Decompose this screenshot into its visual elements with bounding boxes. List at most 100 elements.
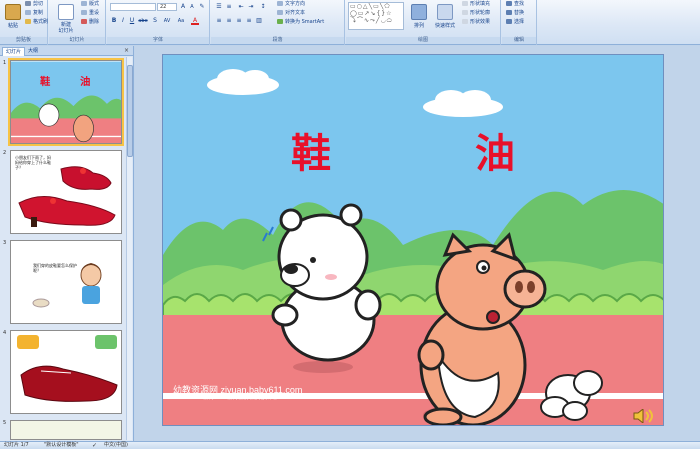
font-group-label: 字体 — [107, 37, 209, 44]
new-slide-button[interactable]: 新建 幻灯片 — [54, 2, 78, 34]
replace-button[interactable]: 替换 — [506, 10, 524, 17]
italic-button[interactable]: I — [119, 17, 127, 25]
find-button[interactable]: 查找 — [506, 1, 524, 8]
align-left-button[interactable]: ≡ — [215, 17, 223, 25]
clear-format-button[interactable]: ✎ — [198, 3, 206, 11]
slide-editor: 鞋 油 幼教资源网 ziyuan.baby611.com PPT课件 | FLA… — [135, 46, 700, 441]
drawing-group-label: 绘图 — [346, 37, 500, 44]
numbering-button[interactable]: ≡ — [225, 3, 233, 11]
slide-number: 2 — [3, 150, 7, 156]
font-name-combo[interactable] — [110, 3, 156, 11]
spellcheck-icon[interactable]: ✓ — [92, 442, 97, 449]
new-slide-icon — [58, 4, 74, 20]
slide-thumbnail-1[interactable]: 鞋 油 — [8, 58, 124, 146]
speaker-icon[interactable] — [633, 407, 655, 425]
theme-status: "默认设计模板" — [44, 442, 79, 448]
pen-icon — [462, 10, 468, 15]
replace-icon — [506, 10, 512, 15]
format-painter-button[interactable]: 格式刷 — [25, 19, 48, 26]
reset-icon — [81, 10, 87, 15]
underline-button[interactable]: U — [128, 17, 136, 25]
close-panel-icon[interactable]: × — [124, 47, 129, 54]
align-center-button[interactable]: ≡ — [225, 17, 233, 25]
delete-slide-button[interactable]: 删除 — [81, 19, 99, 26]
red-shoes-image — [18, 166, 116, 227]
increase-indent-button[interactable]: ⇥ — [247, 3, 255, 11]
thumbnail-1-art: 鞋 油 — [11, 61, 121, 143]
change-case-button[interactable]: Aa — [175, 17, 187, 25]
slide-thumbnail-5[interactable] — [10, 420, 122, 440]
clipboard-group: 粘贴 剪切 复制 格式刷 剪贴板 — [0, 0, 48, 45]
bullets-button[interactable]: ☰ — [215, 3, 223, 11]
shape-effects-button[interactable]: 形状效果 — [462, 19, 490, 26]
bold-button[interactable]: B — [110, 17, 118, 25]
effects-icon — [462, 19, 468, 24]
shape-fill-button[interactable]: 形状填充 — [462, 1, 490, 8]
slide-title-polish[interactable]: 油 — [475, 121, 515, 179]
quick-styles-button[interactable]: 快速样式 — [432, 2, 458, 34]
paste-button[interactable]: 粘贴 — [2, 2, 24, 34]
clipboard-group-label: 剪贴板 — [0, 37, 47, 44]
slide-thumbnail-3[interactable]: 我们穿的皮鞋要怎么保护呢？ — [10, 240, 122, 324]
slide-number: 5 — [3, 420, 7, 426]
editing-group-label: 编辑 — [502, 37, 536, 44]
align-text-button[interactable]: 对齐文本 — [277, 10, 305, 17]
copy-icon — [25, 10, 31, 15]
shadow-button[interactable]: S — [151, 17, 159, 25]
char-spacing-button[interactable]: AV — [161, 17, 173, 25]
tab-outline[interactable]: 大纲 — [25, 47, 41, 56]
shapes-gallery[interactable]: ▭○△╲▭╲⬠ ◯▭↗↘{}☆ ⤵⌒∿⤳╱◡⬭ — [348, 2, 404, 30]
quick-styles-icon — [437, 4, 453, 20]
shrink-font-button[interactable]: A — [188, 3, 196, 11]
panel-tabs: 幻灯片 大纲 × — [0, 46, 133, 56]
delete-icon — [81, 19, 87, 24]
slides-group: 新建 幻灯片 版式 重设 删除 幻灯片 — [49, 0, 106, 45]
bushes — [163, 293, 663, 318]
text-direction-icon — [277, 1, 283, 6]
slides-group-label: 幻灯片 — [49, 37, 105, 44]
svg-text:鞋: 鞋 — [40, 75, 51, 88]
line-spacing-button[interactable]: ↕ — [259, 3, 267, 11]
arrange-button[interactable]: 排列 — [409, 2, 429, 34]
select-button[interactable]: 选择 — [506, 19, 524, 26]
align-text-icon — [277, 10, 283, 15]
cut-button[interactable]: 剪切 — [25, 1, 43, 8]
watermark-subtext: PPT课件 | FLASH课件 | 教案 | 试卷 | 音乐下载 — [195, 395, 277, 400]
slide-count-status: 幻灯片 1/7 — [4, 442, 29, 448]
slide-canvas — [163, 55, 663, 425]
columns-button[interactable]: ▥ — [255, 17, 263, 25]
smartart-icon — [277, 19, 283, 24]
slide-title-shoe[interactable]: 鞋 — [291, 121, 331, 179]
slide-thumbnail-4[interactable] — [10, 330, 122, 414]
ribbon: 粘贴 剪切 复制 格式刷 剪贴板 新建 幻灯片 版式 重设 删除 幻灯片 22 … — [0, 0, 700, 45]
font-size-combo[interactable]: 22 — [157, 3, 177, 11]
panel-scroll-thumb[interactable] — [127, 65, 133, 157]
text-direction-button[interactable]: 文字方向 — [277, 1, 305, 8]
justify-button[interactable]: ≡ — [245, 17, 253, 25]
slides-panel: 幻灯片 大纲 × 1 鞋 油 2 小朋友们下雨了，妈妈给你穿上了什么鞋子？ 3 … — [0, 46, 134, 441]
layout-button[interactable]: 版式 — [81, 1, 99, 8]
layout-icon — [81, 1, 87, 6]
paint-bucket-icon — [462, 1, 468, 6]
tab-slides[interactable]: 幻灯片 — [2, 47, 26, 56]
decrease-indent-button[interactable]: ⇤ — [237, 3, 245, 11]
drawing-group: ▭○△╲▭╲⬠ ◯▭↗↘{}☆ ⤵⌒∿⤳╱◡⬭ 排列 快速样式 形状填充 形状轮… — [346, 0, 501, 45]
slide-thumbnail-2[interactable]: 小朋友们下雨了，妈妈给你穿上了什么鞋子？ — [10, 150, 122, 234]
font-color-button[interactable]: A — [191, 17, 199, 25]
slide-number: 1 — [3, 60, 7, 66]
scissors-icon — [25, 1, 31, 6]
slide-number: 4 — [3, 330, 7, 336]
patent-shoe-image — [17, 335, 118, 402]
paragraph-group-label: 段落 — [211, 37, 344, 44]
current-slide[interactable]: 鞋 油 幼教资源网 ziyuan.baby611.com PPT课件 | FLA… — [162, 54, 664, 426]
strikethrough-button[interactable]: abe — [137, 17, 149, 25]
smartart-button[interactable]: 转换为 SmartArt — [277, 19, 324, 26]
grow-font-button[interactable]: A — [179, 3, 187, 11]
shape-outline-button[interactable]: 形状轮廓 — [462, 10, 490, 17]
reset-button[interactable]: 重设 — [81, 10, 99, 17]
panel-scrollbar[interactable] — [126, 57, 133, 440]
svg-text:油: 油 — [80, 75, 90, 88]
align-right-button[interactable]: ≡ — [235, 17, 243, 25]
editing-group: 查找 替换 选择 编辑 — [502, 0, 537, 45]
copy-button[interactable]: 复制 — [25, 10, 43, 17]
